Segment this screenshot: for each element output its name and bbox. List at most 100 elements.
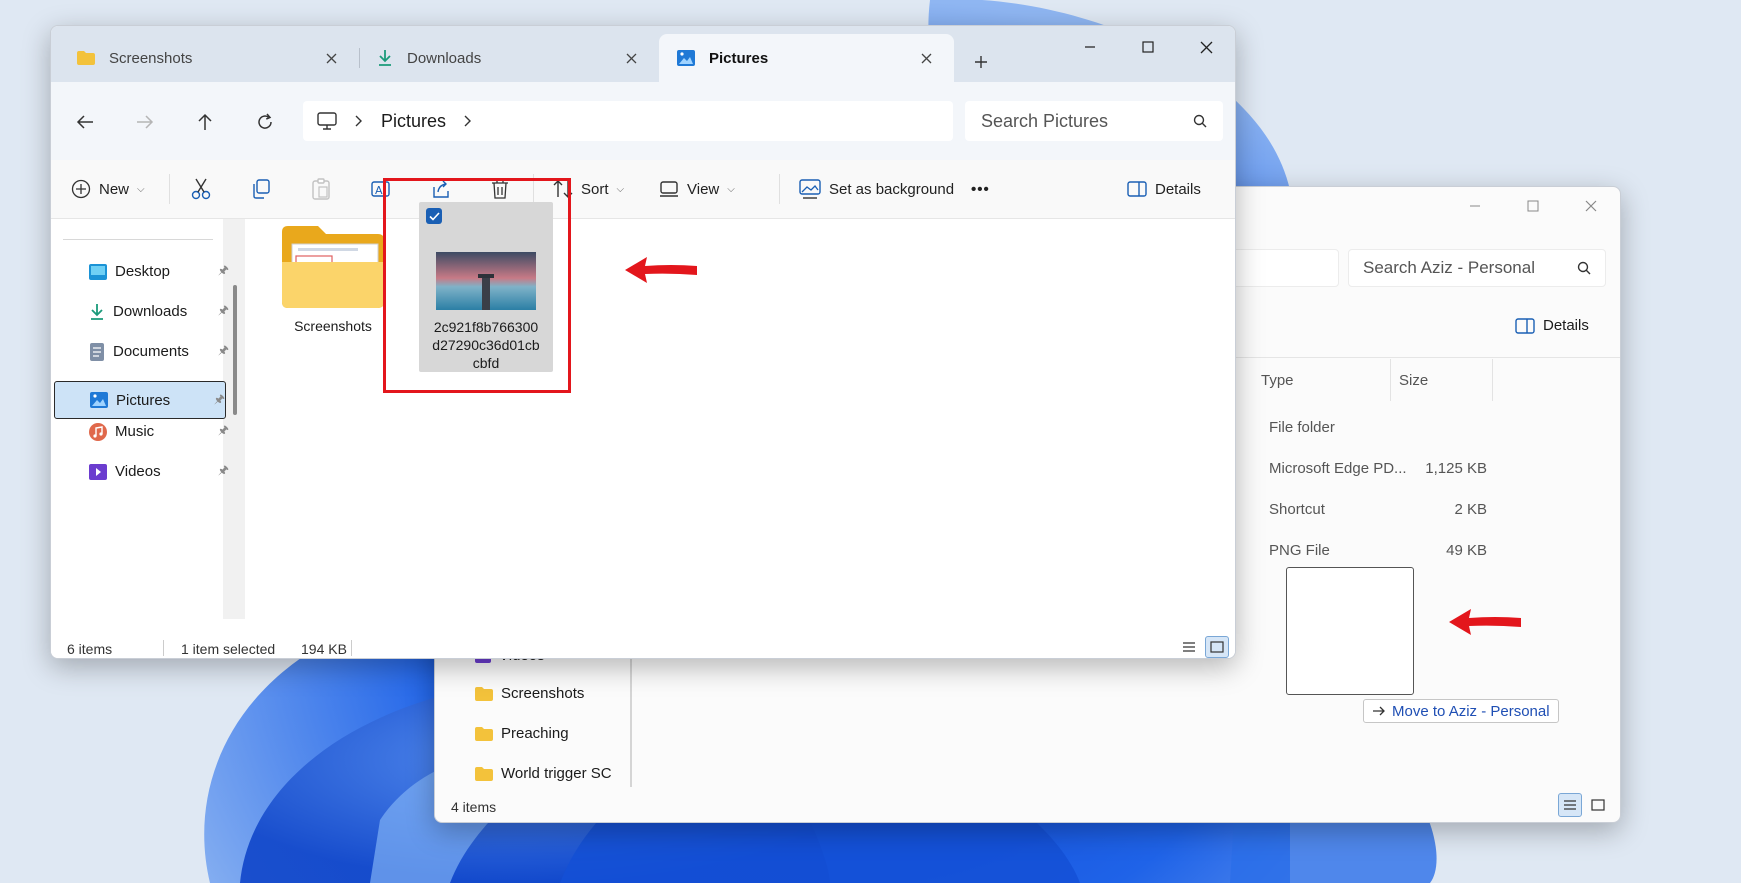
- search-input[interactable]: Search Aziz - Personal: [1348, 249, 1606, 287]
- tab-close-button[interactable]: [621, 48, 641, 68]
- close-icon: [1200, 41, 1212, 53]
- pin-icon[interactable]: 🖈: [218, 261, 229, 282]
- large-icons-view-button[interactable]: [1586, 793, 1610, 817]
- sidebar-item-label: Downloads: [113, 303, 188, 320]
- close-icon: [921, 53, 931, 63]
- sidebar-item-label: Pictures: [116, 391, 171, 409]
- status-item-count: 6 items: [67, 641, 113, 657]
- arrow-up-icon: [198, 113, 212, 130]
- row-size: 1,125 KB: [1425, 460, 1487, 477]
- close-icon: [1585, 200, 1597, 212]
- maximize-button[interactable]: [1504, 187, 1562, 225]
- sidebar-item-label: Music: [115, 423, 155, 440]
- folder-item-screenshots[interactable]: Screenshots: [273, 222, 393, 334]
- minimize-icon: [1085, 46, 1095, 48]
- sidebar-item-videos[interactable]: Videos 🖈: [89, 461, 229, 482]
- details-label: Details: [1155, 180, 1201, 198]
- toolbar-separator: [169, 174, 170, 204]
- set-as-background-label: Set as background: [829, 180, 955, 198]
- close-button[interactable]: [1177, 26, 1235, 68]
- view-button[interactable]: View ⌵: [659, 160, 735, 218]
- sidebar-item-downloads[interactable]: Downloads 🖈: [89, 301, 229, 322]
- close-button[interactable]: [1562, 187, 1620, 225]
- new-button[interactable]: New ⌵: [71, 160, 145, 218]
- row-type: Microsoft Edge PD...: [1269, 460, 1407, 477]
- file-name: Screenshots: [294, 318, 372, 334]
- documents-icon: [90, 342, 104, 361]
- maximize-icon: [1527, 200, 1539, 212]
- minimize-button[interactable]: [1446, 187, 1504, 225]
- file-explorer-window-front[interactable]: Screenshots Downloads Pictures Pictures …: [50, 25, 1236, 659]
- maximize-button[interactable]: [1119, 26, 1177, 68]
- details-view-button[interactable]: [1558, 793, 1582, 817]
- forward-button[interactable]: [127, 104, 163, 140]
- back-button[interactable]: [67, 104, 103, 140]
- tab-close-button[interactable]: [916, 48, 936, 68]
- more-options-button[interactable]: •••: [971, 160, 990, 218]
- download-icon: [379, 50, 391, 66]
- tab-pictures[interactable]: Pictures: [659, 34, 954, 82]
- paste-button[interactable]: [311, 160, 331, 218]
- breadcrumb-pictures[interactable]: Pictures: [381, 111, 446, 132]
- search-input[interactable]: Search Pictures: [965, 101, 1223, 141]
- chevron-down-icon: ⌵: [727, 183, 735, 195]
- chevron-right-icon[interactable]: [355, 115, 363, 127]
- tab-close-button[interactable]: [321, 48, 341, 68]
- details-pane-button[interactable]: Details: [1515, 317, 1589, 334]
- sidebar-item-documents[interactable]: Documents 🖈: [89, 341, 229, 362]
- sidebar-item-music[interactable]: Music 🖈: [89, 421, 229, 442]
- pictures-icon: [677, 50, 695, 66]
- pin-icon[interactable]: 🖈: [218, 341, 229, 362]
- row-type: PNG File: [1269, 542, 1330, 559]
- column-header-type[interactable]: Type: [1253, 359, 1391, 401]
- chevron-right-icon[interactable]: [464, 115, 472, 127]
- pin-icon[interactable]: 🖈: [218, 301, 229, 322]
- details-view-button[interactable]: [1177, 636, 1201, 658]
- tab-label: Downloads: [407, 49, 482, 67]
- sidebar-item-label: World trigger SC: [501, 765, 612, 782]
- sidebar-item-desktop[interactable]: Desktop 🖈: [89, 261, 229, 282]
- set-as-background-button[interactable]: Set as background: [799, 160, 954, 218]
- window-controls: [1446, 187, 1620, 225]
- details-pane-icon: [1515, 317, 1535, 334]
- column-header-size[interactable]: Size: [1391, 359, 1493, 401]
- refresh-button[interactable]: [247, 104, 283, 140]
- column-header-label: Type: [1261, 371, 1294, 389]
- folder-icon: [77, 51, 95, 65]
- videos-icon: [89, 463, 107, 480]
- sidebar-item-label: Desktop: [115, 263, 171, 280]
- close-icon: [626, 53, 636, 63]
- close-icon: [326, 53, 336, 63]
- pin-icon[interactable]: 🖈: [218, 461, 229, 482]
- folder-icon: [475, 766, 493, 781]
- search-icon: [1577, 261, 1591, 275]
- tab-downloads[interactable]: Downloads: [359, 34, 659, 82]
- copy-button[interactable]: [251, 160, 271, 218]
- sidebar-item-preaching[interactable]: Preaching: [475, 725, 569, 742]
- new-tab-button[interactable]: [963, 46, 999, 78]
- pin-icon[interactable]: 🖈: [214, 390, 225, 411]
- details-label: Details: [1543, 317, 1589, 334]
- cut-button[interactable]: [191, 160, 211, 218]
- sidebar-item-world-trigger[interactable]: World trigger SC: [475, 765, 612, 782]
- large-icons-view-button[interactable]: [1205, 636, 1229, 658]
- details-pane-button[interactable]: Details: [1127, 160, 1201, 218]
- sidebar-item-label: Videos: [115, 463, 161, 480]
- tab-screenshots[interactable]: Screenshots: [59, 34, 359, 82]
- arrow-right-icon: [1373, 706, 1385, 716]
- more-options-icon: •••: [971, 180, 990, 198]
- minimize-button[interactable]: [1061, 26, 1119, 68]
- row-type: Shortcut: [1269, 501, 1325, 518]
- folder-icon: [475, 726, 493, 741]
- paste-icon: [312, 178, 330, 200]
- pin-icon[interactable]: 🖈: [218, 421, 229, 442]
- details-view-icon: [1564, 800, 1576, 810]
- large-icons-view-icon: [1210, 641, 1224, 653]
- status-size: 194 KB: [301, 641, 347, 657]
- address-bar[interactable]: Pictures: [303, 101, 953, 141]
- sidebar-item-screenshots[interactable]: Screenshots: [475, 685, 584, 702]
- nav-scrollbar-thumb[interactable]: [233, 285, 237, 415]
- sort-label: Sort: [581, 180, 609, 198]
- up-button[interactable]: [187, 104, 223, 140]
- sidebar-item-pictures[interactable]: Pictures 🖈: [54, 381, 226, 419]
